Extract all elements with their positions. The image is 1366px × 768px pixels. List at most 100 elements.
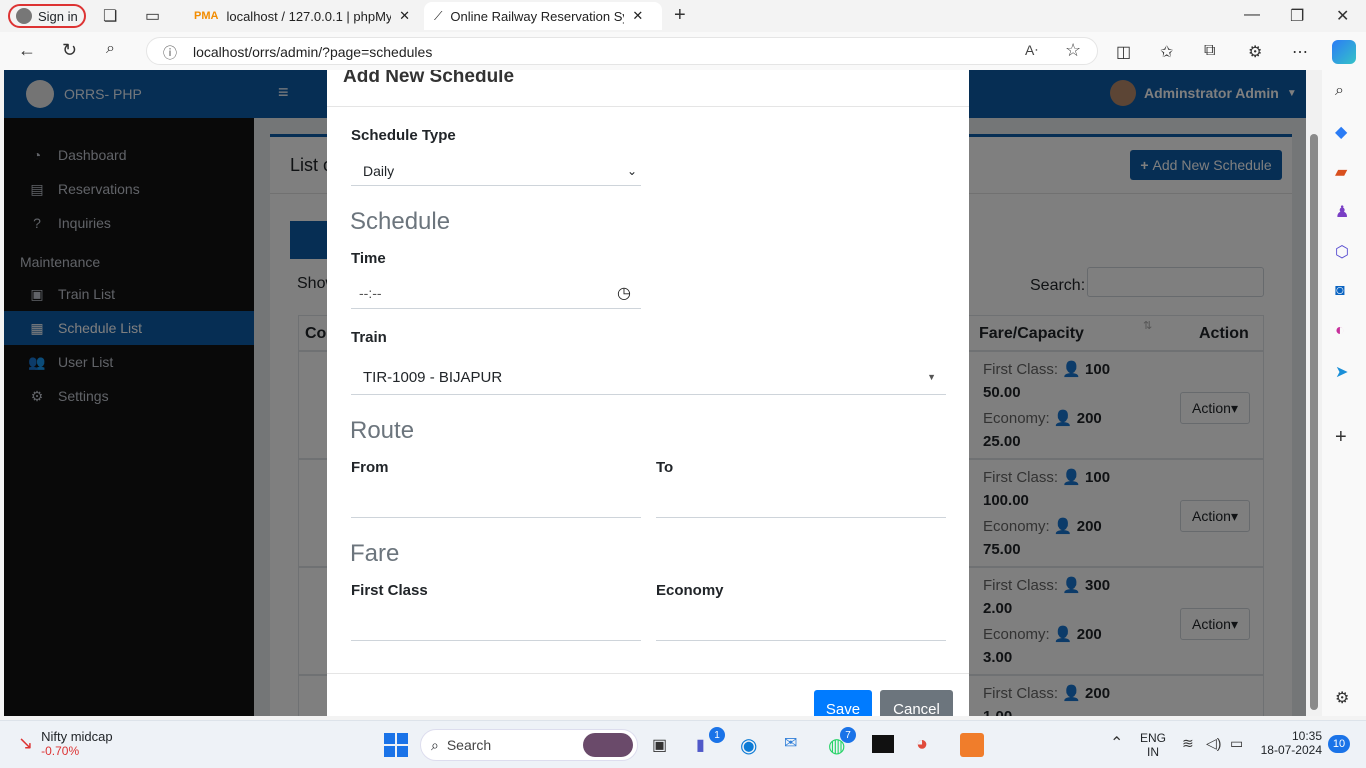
new-tab-icon[interactable]: + [674, 4, 686, 27]
volume-icon[interactable]: ◁) [1206, 735, 1221, 752]
add-icon[interactable]: + [1335, 426, 1347, 449]
games-icon[interactable]: ♟ [1335, 202, 1349, 222]
close-icon[interactable]: ✕ [632, 8, 643, 24]
economy-label: Economy [656, 582, 724, 599]
cancel-button[interactable]: Cancel [880, 690, 953, 716]
window-close-icon[interactable]: ✕ [1336, 6, 1349, 26]
outlook-icon[interactable]: ◙ [1335, 282, 1345, 300]
tab-title: Online Railway Reservation Syste [450, 8, 624, 24]
tools-icon[interactable]: ▰ [1335, 162, 1347, 182]
notification-count[interactable]: 10 [1328, 735, 1350, 753]
clock[interactable]: 10:35 18-07-2024 [1260, 729, 1322, 757]
back-icon[interactable]: ← [18, 40, 36, 61]
from-input[interactable] [351, 486, 641, 518]
minimize-icon[interactable]: — [1244, 6, 1260, 24]
time-label: Time [351, 250, 386, 267]
divider [327, 673, 969, 674]
designer-icon[interactable]: ◐ [1335, 322, 1345, 340]
edge-icon[interactable]: ◉ [740, 733, 757, 758]
train-favicon: ⟋ [434, 8, 443, 23]
save-label: Save [825, 700, 861, 717]
phpmyadmin-favicon: PMA [194, 10, 219, 22]
split-screen-icon[interactable]: ◫ [1116, 42, 1131, 62]
read-aloud-icon[interactable]: Aᐧ [1025, 42, 1038, 59]
language-indicator[interactable]: ENG IN [1140, 731, 1166, 759]
settings-icon[interactable]: ⚙ [1335, 688, 1349, 708]
profile-label: Sign in [38, 8, 78, 24]
tab-actions-icon[interactable]: ▭ [145, 6, 160, 26]
from-label: From [351, 459, 389, 476]
search-label: Search [446, 737, 492, 753]
windows-taskbar: ↘ Nifty midcap -0.70% ⌕ Search ▣ ▮ 1 ◉ ✉… [0, 720, 1366, 768]
tab-title: localhost / 127.0.0.1 | phpMyAdm [226, 8, 392, 24]
time-input[interactable]: --:-- ◷ [351, 278, 641, 309]
train-label: Train [351, 329, 387, 346]
windows-start-icon[interactable] [384, 733, 408, 757]
taskbar-search[interactable]: ⌕ Search [420, 729, 638, 761]
send-icon[interactable]: ➤ [1335, 362, 1348, 382]
teams-icon[interactable]: ▮ [696, 735, 705, 755]
schedule-type-value: Daily [363, 162, 395, 179]
task-view-icon[interactable]: ▣ [652, 735, 667, 755]
date: 18-07-2024 [1260, 743, 1322, 757]
chevron-up-icon[interactable]: ⌃ [1110, 733, 1123, 753]
xampp-icon[interactable] [960, 733, 984, 757]
add-schedule-modal: Add New Schedule Schedule Type Daily ⌄ S… [327, 70, 969, 716]
address-field[interactable]: ⓘ localhost/orrs/admin/?page=schedules A… [146, 37, 1098, 65]
page-scrollbar[interactable] [1306, 70, 1322, 716]
stock-widget[interactable]: ↘ Nifty midcap -0.70% [18, 729, 113, 758]
tab-phpmyadmin[interactable]: PMA localhost / 127.0.0.1 | phpMyAdm ✕ [184, 2, 420, 30]
url-text: localhost/orrs/admin/?page=schedules [193, 44, 433, 60]
search-icon: ⌕ [431, 736, 439, 753]
battery-icon[interactable]: ▭ [1230, 735, 1243, 752]
mail-icon[interactable]: ✉ [784, 733, 797, 753]
search-highlight-icon [583, 733, 633, 757]
schedule-section-heading: Schedule [350, 208, 451, 235]
info-icon: ⓘ [163, 45, 177, 61]
copilot-icon[interactable] [1332, 40, 1356, 64]
economy-fare-input[interactable] [656, 609, 946, 641]
to-input[interactable] [656, 486, 946, 518]
lang-bottom: IN [1147, 745, 1159, 759]
teams-badge: 1 [709, 727, 725, 743]
train-value: TIR-1009 - BIJAPUR [363, 368, 503, 386]
microsoft365-icon[interactable]: ⬡ [1335, 242, 1349, 262]
fare-section-heading: Fare [350, 540, 400, 567]
close-icon[interactable]: ✕ [399, 8, 410, 24]
refresh-icon[interactable]: ↻ [62, 40, 77, 61]
save-button[interactable]: Save [814, 690, 872, 716]
cancel-label: Cancel [893, 700, 940, 717]
schedule-type-select[interactable]: Daily ⌄ [351, 156, 641, 186]
more-menu-icon[interactable]: ⋯ [1292, 42, 1308, 62]
clock-icon[interactable]: ◷ [617, 283, 631, 303]
collections-icon[interactable]: ⧉ [1204, 42, 1215, 60]
workspaces-icon[interactable]: ❏ [103, 6, 117, 26]
tab-orrs[interactable]: ⟋ Online Railway Reservation Syste ✕ [424, 2, 662, 30]
search-icon[interactable]: ⌕ [1335, 82, 1344, 100]
scrollbar-thumb[interactable] [1310, 134, 1318, 710]
first-class-fare-input[interactable] [351, 609, 641, 641]
stock-change: -0.70% [41, 744, 80, 758]
wifi-icon[interactable]: ≋ [1182, 735, 1194, 752]
profile-button[interactable]: Sign in [8, 4, 86, 28]
edge-sidebar: ⌕ ◆ ▰ ♟ ⬡ ◙ ◐ ➤ + ⚙ [1322, 70, 1366, 716]
whatsapp-badge: 7 [840, 727, 856, 743]
shopping-tag-icon[interactable]: ◆ [1335, 122, 1347, 142]
first-class-label: First Class [351, 582, 428, 599]
favorites-icon[interactable]: ✩ [1160, 42, 1173, 62]
maximize-icon[interactable]: ❐ [1290, 6, 1304, 26]
time-placeholder: --:-- [359, 285, 382, 301]
caret-down-icon: ▼ [927, 372, 936, 382]
search-icon[interactable]: ⌕ [106, 40, 115, 58]
terminal-icon[interactable] [872, 735, 894, 753]
chevron-down-icon: ⌄ [626, 163, 637, 178]
to-label: To [656, 459, 674, 476]
chrome-icon[interactable]: ◕ [916, 733, 928, 756]
modal-title: Add New Schedule [343, 70, 515, 87]
trend-down-icon: ↘ [18, 733, 34, 753]
schedule-type-label: Schedule Type [351, 127, 456, 144]
time: 10:35 [1291, 729, 1322, 743]
extensions-icon[interactable]: ⚙ [1248, 42, 1262, 62]
favorite-star-icon[interactable]: ☆ [1065, 40, 1081, 61]
train-select[interactable]: TIR-1009 - BIJAPUR ▼ [351, 360, 946, 395]
